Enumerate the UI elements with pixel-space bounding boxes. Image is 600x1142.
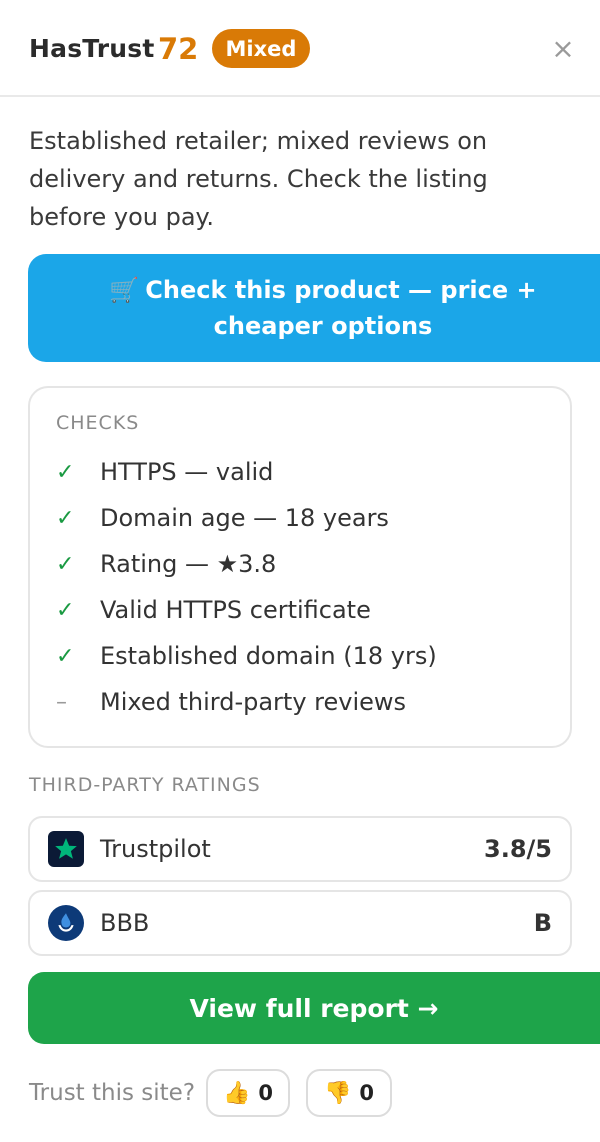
check-item: ✓ HTTPS — valid	[56, 455, 273, 489]
trustpilot-star-icon	[48, 831, 84, 867]
thumbs-down-button[interactable]: 👎 0	[306, 1069, 392, 1117]
thumbs-up-count: 0	[258, 1081, 274, 1105]
status-badge: Mixed	[212, 29, 310, 68]
close-icon[interactable]: ×	[548, 32, 578, 65]
check-label: Domain age — 18 years	[100, 504, 389, 532]
site-summary: Established retailer; mixed reviews on d…	[29, 122, 529, 236]
check-item: ✓ Rating — ★3.8	[56, 547, 276, 581]
trust-score: 72	[158, 32, 199, 66]
thumbs-down-count: 0	[359, 1081, 375, 1105]
rating-value: 3.8/5	[484, 835, 552, 863]
brand-name: HasTrust	[29, 34, 155, 63]
checkmark-icon: ✓	[56, 459, 75, 485]
checkmark-icon: ✓	[56, 551, 75, 577]
check-label: HTTPS — valid	[100, 458, 274, 486]
view-full-report-button[interactable]: View full report →	[28, 972, 600, 1044]
check-label: Valid HTTPS certificate	[100, 596, 371, 624]
check-item: ✓ Domain age — 18 years	[56, 501, 389, 535]
rating-value: B	[533, 909, 552, 937]
checks-card: CHECKS ✓ HTTPS — valid ✓ Domain age — 18…	[28, 386, 572, 748]
summary-line: Established retailer; mixed reviews on	[29, 127, 488, 155]
rating-row-trustpilot[interactable]: Trustpilot 3.8/5	[28, 816, 572, 882]
check-product-button[interactable]: 🛒 Check this product — price + cheaper op…	[28, 254, 600, 362]
ratings-title: THIRD-PARTY RATINGS	[29, 774, 261, 796]
trust-popup-panel: HasTrust 72 Mixed × Established retailer…	[0, 0, 600, 1142]
trust-question: Trust this site?	[29, 1080, 196, 1106]
thumbs-down-icon: 👎	[323, 1080, 352, 1106]
shopping-cart-icon: 🛒	[109, 276, 140, 304]
checkmark-icon: ✓	[56, 505, 75, 531]
check-item: – Mixed third-party reviews	[56, 685, 406, 719]
rating-row-bbb[interactable]: BBB B	[28, 890, 572, 956]
check-item: ✓ Established domain (18 yrs)	[56, 639, 437, 673]
rating-source-name: Trustpilot	[100, 835, 211, 863]
check-label: Established domain (18 yrs)	[100, 642, 437, 670]
summary-line: delivery and returns. Check the listing	[29, 165, 488, 193]
checkmark-icon: ✓	[56, 643, 75, 669]
check-label: Mixed third-party reviews	[100, 688, 407, 716]
bbb-flame-icon	[48, 905, 84, 941]
summary-line: before you pay.	[29, 203, 214, 231]
check-label: Rating — ★3.8	[100, 550, 277, 578]
rating-source-name: BBB	[100, 909, 150, 937]
checkmark-icon: ✓	[56, 597, 75, 623]
popup-header: HasTrust 72 Mixed ×	[0, 0, 600, 97]
dash-icon: –	[56, 689, 67, 715]
check-item: ✓ Valid HTTPS certificate	[56, 593, 371, 627]
thumbs-up-button[interactable]: 👍 0	[206, 1069, 290, 1117]
check-product-label: Check this product — price + cheaper opt…	[145, 276, 537, 340]
checks-title: CHECKS	[56, 412, 140, 434]
thumbs-up-icon: 👍	[222, 1080, 251, 1106]
